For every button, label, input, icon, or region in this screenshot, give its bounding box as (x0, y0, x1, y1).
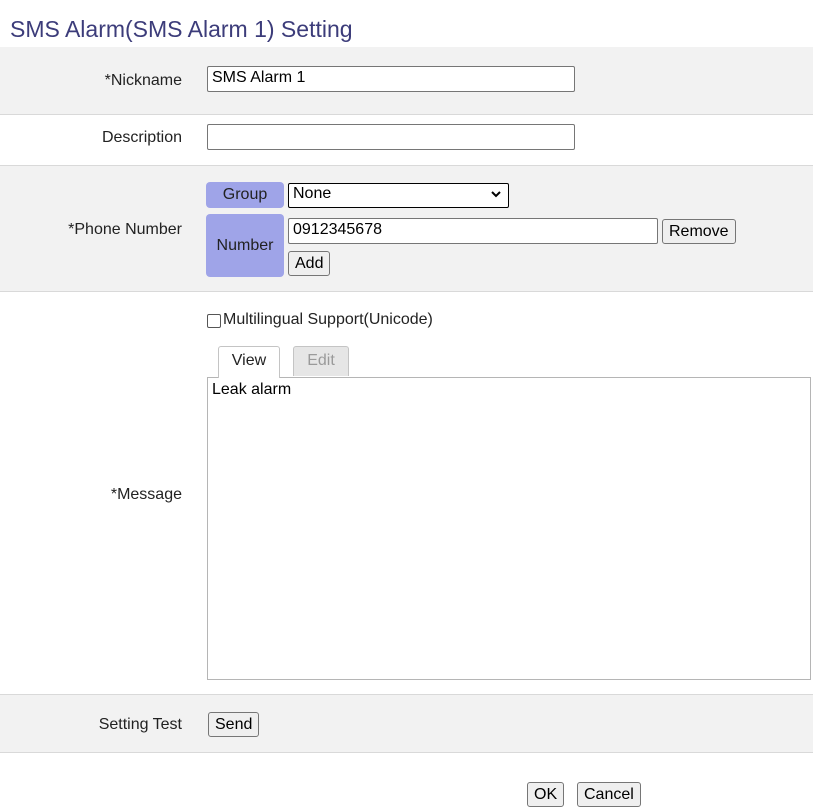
cancel-button[interactable]: Cancel (577, 782, 641, 807)
phone-number-row: *Phone Number Group None Number 09123456… (0, 166, 813, 292)
add-button[interactable]: Add (288, 251, 331, 276)
message-row: *Message Multilingual Support(Unicode) V… (0, 292, 813, 695)
group-tag: Group (206, 182, 284, 208)
multilingual-checkbox[interactable] (207, 314, 221, 328)
group-select[interactable]: None (288, 183, 509, 208)
nickname-input[interactable]: SMS Alarm 1 (207, 66, 575, 92)
nickname-label: *Nickname (104, 72, 182, 89)
setting-test-label: Setting Test (98, 716, 182, 733)
send-button[interactable]: Send (208, 712, 260, 737)
number-tag: Number (206, 214, 284, 277)
message-label: *Message (110, 486, 182, 503)
description-row: Description (0, 115, 813, 166)
message-view: Leak alarm (207, 377, 811, 680)
chevron-down-icon (491, 191, 501, 198)
phone-number-input[interactable]: 0912345678 (288, 218, 658, 244)
remove-button[interactable]: Remove (662, 219, 736, 244)
description-input[interactable] (207, 124, 575, 150)
setting-test-row: Setting Test Send (0, 695, 813, 753)
page-title: SMS Alarm(SMS Alarm 1) Setting (10, 16, 353, 42)
ok-button[interactable]: OK (527, 782, 565, 807)
description-label: Description (101, 129, 182, 146)
group-select-value: None (293, 185, 332, 202)
nickname-row: *Nickname SMS Alarm 1 (0, 47, 813, 115)
tab-edit[interactable]: Edit (293, 346, 349, 376)
multilingual-label[interactable]: Multilingual Support(Unicode) (223, 311, 433, 329)
phone-number-label: *Phone Number (68, 221, 182, 238)
tab-view[interactable]: View (218, 346, 280, 378)
